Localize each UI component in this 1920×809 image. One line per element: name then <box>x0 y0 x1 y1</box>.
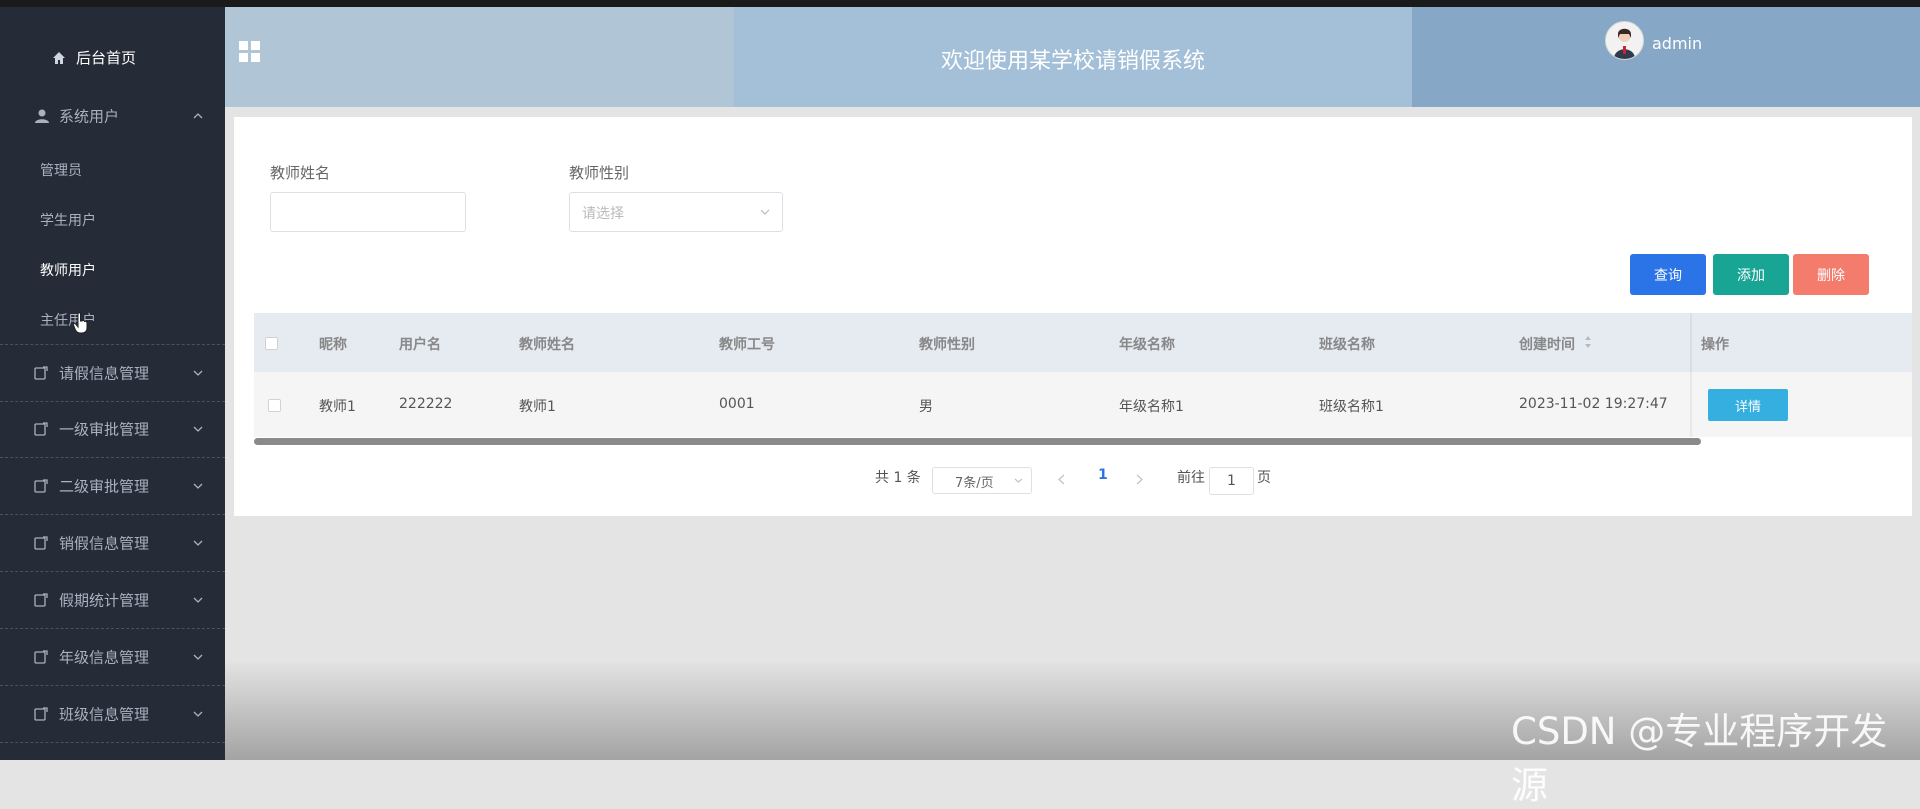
select-all-checkbox[interactable] <box>265 337 278 350</box>
sidebar-group-label: 请假信息管理 <box>59 364 150 383</box>
chevron-down-icon <box>193 483 203 489</box>
col-grade-name: 年级名称 <box>1119 337 1175 353</box>
top-border <box>0 0 1920 7</box>
sidebar-home[interactable]: 后台首页 <box>52 47 136 68</box>
sidebar-item-admin[interactable]: 管理员 <box>40 160 82 180</box>
cell-nickname: 教师1 <box>319 399 356 415</box>
sidebar-group-label: 年级信息管理 <box>59 648 150 667</box>
user-icon <box>35 109 49 123</box>
cell-class-name: 班级名称1 <box>1319 399 1384 415</box>
grid-menu-icon[interactable] <box>239 41 261 63</box>
top-header: 欢迎使用某学校请销假系统 admin <box>225 7 1920 107</box>
query-button[interactable]: 查询 <box>1630 254 1706 295</box>
home-icon <box>53 51 65 64</box>
sort-icon[interactable] <box>1584 335 1592 349</box>
teacher-name-input[interactable] <box>270 192 466 232</box>
chevron-down-icon <box>193 370 203 376</box>
col-operation: 操作 <box>1701 337 1729 353</box>
col-username: 用户名 <box>399 337 441 353</box>
sidebar-group-label: 系统用户 <box>59 107 120 126</box>
sidebar-group-label: 销假信息管理 <box>59 534 150 553</box>
page-suffix: 页 <box>1257 470 1271 486</box>
sidebar-item-student-users[interactable]: 学生用户 <box>40 210 96 230</box>
avatar[interactable] <box>1605 21 1644 60</box>
tag-icon <box>34 479 48 493</box>
cell-username: 222222 <box>399 396 453 412</box>
header-user-section: admin <box>1412 7 1920 107</box>
tag-icon <box>34 536 48 550</box>
hand-cursor-icon <box>72 312 88 334</box>
col-teacher-name: 教师姓名 <box>519 337 575 353</box>
goto-label: 前往 <box>1177 470 1205 486</box>
page-title: 欢迎使用某学校请销假系统 <box>940 49 1205 74</box>
fixed-column-shadow <box>1690 313 1693 437</box>
cell-teacher-gender: 男 <box>919 399 933 415</box>
col-created-time[interactable]: 创建时间 <box>1519 334 1575 354</box>
gender-placeholder: 请选择 <box>582 206 624 222</box>
col-teacher-gender: 教师性别 <box>919 337 975 353</box>
next-page-icon[interactable] <box>1136 474 1143 485</box>
chevron-down-icon <box>760 209 770 215</box>
chevron-down-icon <box>193 426 203 432</box>
tag-icon <box>34 422 48 436</box>
col-class-name: 班级名称 <box>1319 337 1375 353</box>
tag-icon <box>34 366 48 380</box>
sidebar-group-grade-info[interactable]: 年级信息管理 <box>0 629 225 686</box>
detail-button[interactable]: 详情 <box>1708 389 1788 421</box>
sidebar-item-teacher-users[interactable]: 教师用户 <box>40 260 96 280</box>
chevron-down-icon <box>193 597 203 603</box>
total-count: 共 1 条 <box>875 470 921 486</box>
cell-grade-name: 年级名称1 <box>1119 399 1184 415</box>
prev-page-icon[interactable] <box>1058 474 1065 485</box>
sidebar-group-label: 假期统计管理 <box>59 591 150 610</box>
chevron-down-icon <box>193 711 203 717</box>
col-teacher-id: 教师工号 <box>719 337 775 353</box>
sidebar: 后台首页 系统用户 管理员 学生用户 教师用户 主任用户 请假信息管理 一级审批… <box>0 7 225 760</box>
sidebar-group-system-users[interactable]: 系统用户 <box>0 88 225 144</box>
sidebar-home-label: 后台首页 <box>76 49 137 67</box>
tag-icon <box>34 707 48 721</box>
teacher-gender-select[interactable]: 请选择 <box>569 192 783 232</box>
chevron-down-icon <box>193 540 203 546</box>
sidebar-group-label: 一级审批管理 <box>59 420 150 439</box>
cell-created-time: 2023-11-02 19:27:47 <box>1519 396 1668 412</box>
watermark: CSDN @专业程序开发源 <box>1511 710 1888 807</box>
tag-icon <box>34 593 48 607</box>
chevron-down-icon <box>1014 478 1023 483</box>
table-header: 昵称 用户名 教师姓名 教师工号 教师性别 年级名称 班级名称 创建时间 操作 <box>254 313 1912 372</box>
sidebar-group-class-info[interactable]: 班级信息管理 <box>0 686 225 743</box>
page-size-value: 7条/页 <box>955 476 994 491</box>
table-row: 教师1 222222 教师1 0001 男 年级名称1 班级名称1 2023-1… <box>254 372 1912 437</box>
sidebar-group-level2-approval[interactable]: 二级审批管理 <box>0 458 225 515</box>
col-nickname: 昵称 <box>319 337 347 353</box>
chevron-down-icon <box>193 654 203 660</box>
tag-icon <box>34 650 48 664</box>
row-checkbox[interactable] <box>268 399 281 412</box>
main-panel: 教师姓名 教师性别 请选择 查询 添加 删除 昵称 用户名 教师姓名 教师工号 … <box>234 117 1912 516</box>
sidebar-group-level1-approval[interactable]: 一级审批管理 <box>0 401 225 458</box>
add-button[interactable]: 添加 <box>1713 254 1789 295</box>
current-page[interactable]: 1 <box>1098 467 1108 483</box>
horizontal-scrollbar[interactable] <box>254 438 1701 445</box>
delete-button[interactable]: 删除 <box>1793 254 1869 295</box>
header-left-section <box>225 7 734 107</box>
sidebar-group-holiday-stats[interactable]: 假期统计管理 <box>0 572 225 629</box>
username[interactable]: admin <box>1652 34 1702 53</box>
goto-page-input[interactable]: 1 <box>1209 467 1254 495</box>
sidebar-group-label: 班级信息管理 <box>59 705 150 724</box>
teacher-name-label: 教师姓名 <box>270 164 331 182</box>
sidebar-group-label: 二级审批管理 <box>59 477 150 496</box>
sidebar-group-leave-info[interactable]: 请假信息管理 <box>0 344 225 402</box>
teacher-gender-label: 教师性别 <box>569 164 630 182</box>
chevron-up-icon <box>193 113 203 119</box>
cell-teacher-name: 教师1 <box>519 399 556 415</box>
sidebar-group-return-info[interactable]: 销假信息管理 <box>0 515 225 572</box>
avatar-image <box>1614 28 1635 59</box>
cell-teacher-id: 0001 <box>719 396 755 412</box>
header-title-section: 欢迎使用某学校请销假系统 <box>734 7 1412 107</box>
page-size-select[interactable]: 7条/页 <box>932 467 1032 494</box>
